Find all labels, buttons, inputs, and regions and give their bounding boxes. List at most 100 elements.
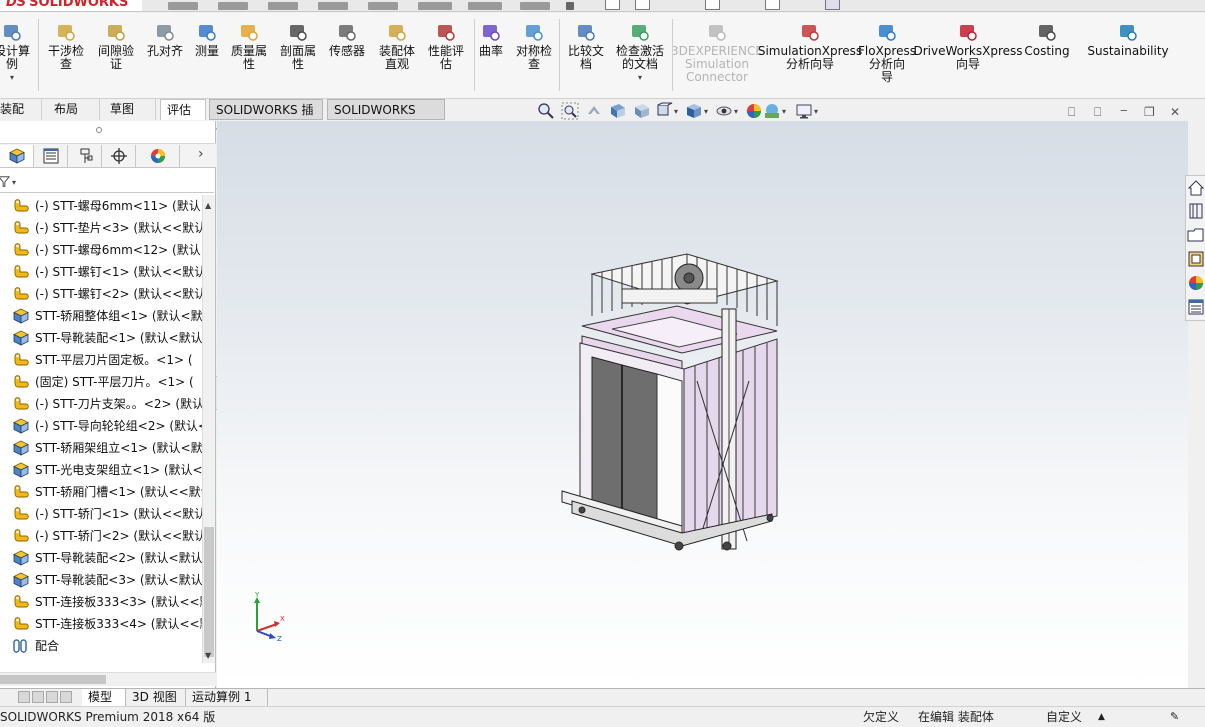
tab-command-5[interactable]: SOLIDWORKS 插件 xyxy=(209,99,323,137)
tree-item[interactable]: (-) STT-螺母6mm<12> (默认< xyxy=(0,239,202,261)
tab-nav-next-icon[interactable] xyxy=(46,691,58,703)
section-view-icon[interactable] xyxy=(609,102,627,120)
tile-right-icon[interactable]: ⎕ xyxy=(1094,105,1101,120)
ribbon-button-14[interactable]: 检查激活 的文档 ▾ xyxy=(610,21,670,84)
display-style-icon[interactable] xyxy=(685,102,703,120)
tree-item[interactable]: STT-轿厢门槽<1> (默认<<默认 xyxy=(0,481,202,503)
units-up-arrow-icon[interactable]: ▲ xyxy=(1098,707,1105,727)
minimize-icon[interactable]: ‒ xyxy=(1120,103,1128,117)
tree-item[interactable]: STT-连接板333<3> (默认<<默 xyxy=(0,591,202,613)
hide-show-items-icon[interactable] xyxy=(715,102,733,120)
ribbon-button-12[interactable]: 对称检 查 xyxy=(504,21,564,71)
unit-system[interactable]: 自定义 xyxy=(1046,707,1082,727)
tree-item[interactable]: (固定) STT-平层刀片。<1> ( xyxy=(0,371,202,393)
ds-mark: DS xyxy=(6,0,27,10)
elevator-car-model[interactable] xyxy=(217,121,1188,688)
ribbon-button-13[interactable]: 比较文 档 xyxy=(556,21,616,71)
filter-dropdown-icon[interactable]: ▾ xyxy=(12,178,16,187)
display-manager-tab[interactable] xyxy=(136,145,180,167)
subassembly-icon xyxy=(13,440,29,456)
view-settings-dropdown-icon[interactable]: ▾ xyxy=(814,107,818,116)
apply-scene-icon[interactable] xyxy=(763,102,781,120)
ribbon-button-20[interactable]: Sustainability xyxy=(1087,21,1169,58)
tree-item[interactable]: (-) STT-轿门<1> (默认<<默认 xyxy=(0,503,202,525)
view-settings-icon[interactable] xyxy=(795,102,813,120)
tree-item[interactable]: STT-导靴装配<2> (默认<默认_ xyxy=(0,547,202,569)
scroll-down-arrow-icon[interactable]: ▼ xyxy=(205,651,211,660)
zoom-to-fit-icon[interactable] xyxy=(537,102,555,120)
hide-show-dropdown-icon[interactable]: ▾ xyxy=(734,107,738,116)
tab-nav-first-icon[interactable] xyxy=(18,691,30,703)
tree-horizontal-scrollbar[interactable] xyxy=(0,672,216,686)
tree-item[interactable]: STT-导靴装配<1> (默认<默认_ xyxy=(0,327,202,349)
tree-item[interactable]: STT-导靴装配<3> (默认<默认_ xyxy=(0,569,202,591)
ribbon-button-15[interactable]: 3DEXPERIENCE Simulation Connector xyxy=(671,21,763,84)
scroll-up-arrow-icon[interactable]: ▲ xyxy=(205,201,211,210)
display-style-dropdown-icon[interactable]: ▾ xyxy=(704,107,708,116)
design-study-dropdown-icon[interactable]: ▾ xyxy=(10,71,14,84)
configuration-icon xyxy=(80,148,92,163)
tree-item[interactable]: (-) STT-垫片<3> (默认<<默认 xyxy=(0,217,202,239)
home-icon[interactable] xyxy=(1187,179,1205,197)
menu-bar[interactable] xyxy=(148,0,588,11)
help-icon[interactable]: ✎ xyxy=(1170,707,1179,727)
tree-item[interactable]: STT-轿厢整体组<1> (默认<默 xyxy=(0,305,202,327)
bottom-tab-2[interactable]: 3D 视图 xyxy=(126,689,186,706)
panel-collapse-dot[interactable] xyxy=(96,127,102,133)
bottom-tab-3[interactable]: 运动算例 1 xyxy=(186,689,268,706)
compare-dropdown-icon[interactable]: ▾ xyxy=(638,71,642,84)
tree-item-label: STT-连接板333<4> (默认<<默 xyxy=(35,617,202,631)
tree-item[interactable]: STT-连接板333<4> (默认<<默 xyxy=(0,613,202,635)
tree-item[interactable]: (-) STT-刀片支架。。<2> (默认 xyxy=(0,393,202,415)
file-explorer-icon[interactable] xyxy=(1187,226,1205,244)
symmetry-check-icon xyxy=(526,25,543,41)
quick-access-toolbar[interactable] xyxy=(595,0,895,11)
dynamic-annotation-icon[interactable] xyxy=(633,102,651,120)
tree-item[interactable]: (-) STT-螺母6mm<11> (默认< xyxy=(0,195,202,217)
tree-item[interactable]: 配合 xyxy=(0,635,202,657)
feature-manager-tab[interactable] xyxy=(0,145,34,167)
solidworks-logo[interactable]: DS SOLIDWORKS xyxy=(0,0,142,11)
ribbon-button-17[interactable]: FloXpress 分析向 导 xyxy=(857,21,917,84)
tree-item[interactable]: (-) STT-导向轮轮组<2> (默认< xyxy=(0,415,202,437)
tab-command-3[interactable]: 草图 xyxy=(104,99,156,120)
ribbon-button-16[interactable]: SimulationXpress 分析向导 xyxy=(758,21,862,71)
dimxpert-manager-tab[interactable] xyxy=(102,145,136,167)
configuration-manager-tab[interactable] xyxy=(68,145,102,167)
tree-item[interactable]: STT-光电支架组立<1> (默认< xyxy=(0,459,202,481)
tab-command-6[interactable]: SOLIDWORKS MBD xyxy=(327,99,445,137)
appearances-scenes-icon[interactable] xyxy=(1187,274,1205,292)
view-palette-icon[interactable] xyxy=(1187,250,1205,268)
custom-properties-icon[interactable] xyxy=(1187,298,1205,316)
tab-nav-last-icon[interactable] xyxy=(60,691,72,703)
close-icon[interactable]: ✕ xyxy=(1170,105,1180,119)
design-library-icon[interactable] xyxy=(1187,202,1205,220)
view-orientation-dropdown-icon[interactable]: ▾ xyxy=(674,107,678,116)
filter-funnel-icon[interactable] xyxy=(0,176,11,188)
tree-scroll-thumb[interactable] xyxy=(204,527,214,657)
tree-item[interactable]: STT-轿厢架组立<1> (默认<默 xyxy=(0,437,202,459)
tree-item[interactable]: (-) STT-轿门<2> (默认<<默认 xyxy=(0,525,202,547)
tree-vertical-scrollbar[interactable]: ▲ ▼ xyxy=(202,195,215,663)
view-orientation-icon[interactable] xyxy=(655,102,673,120)
tree-hscroll-thumb[interactable] xyxy=(0,675,106,684)
tree-item[interactable]: (-) STT-螺钉<1> (默认<<默认 xyxy=(0,261,202,283)
zoom-to-area-icon[interactable] xyxy=(561,102,579,120)
ribbon-button-18[interactable]: DriveWorksXpress 向导 xyxy=(913,21,1023,71)
tile-left-icon[interactable]: ⎕ xyxy=(1068,105,1075,120)
tree-item[interactable]: (-) STT-螺钉<2> (默认<<默认 xyxy=(0,283,202,305)
bottom-tab-1[interactable]: 模型 xyxy=(82,689,126,706)
property-manager-tab[interactable] xyxy=(34,145,68,167)
graphics-area[interactable]: ▾ ▾ ▾ ▾ ▾ ⎕ ⎕ ‒ ❐ ✕ Y X Z xyxy=(217,102,1188,688)
tab-command-4[interactable]: 评估 xyxy=(160,99,206,120)
restore-icon[interactable]: ❐ xyxy=(1144,105,1155,119)
ribbon-button-19[interactable]: Costing xyxy=(1017,21,1077,58)
tabs-scroll-right-icon[interactable]: › xyxy=(198,146,204,162)
tab-command-2[interactable]: 布局 xyxy=(48,99,100,120)
tree-item[interactable]: STT-平层刀片固定板。<1> ( xyxy=(0,349,202,371)
previous-view-icon[interactable] xyxy=(585,102,603,120)
tab-nav-prev-icon[interactable] xyxy=(32,691,44,703)
scene-dropdown-icon[interactable]: ▾ xyxy=(782,107,786,116)
tab-command-1[interactable]: 装配体 xyxy=(0,99,42,136)
edit-appearance-icon[interactable] xyxy=(745,102,763,120)
